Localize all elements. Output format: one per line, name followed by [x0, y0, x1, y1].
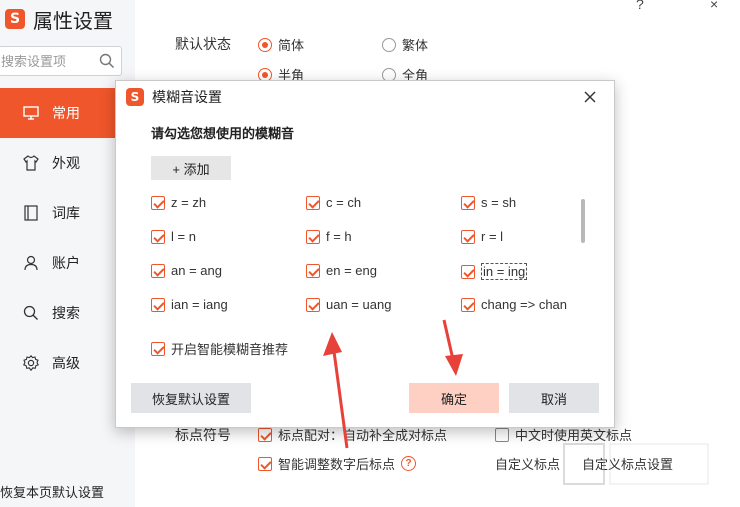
radio-dot — [258, 37, 272, 52]
radio-label: 繁体 — [402, 38, 429, 53]
custom-punct-label: 自定义标点 — [495, 457, 561, 472]
radio-label: 简体 — [278, 38, 305, 53]
checkbox-box — [461, 195, 475, 210]
sidebar-item-label: 账户 — [52, 255, 80, 271]
radio-dot — [382, 37, 396, 52]
user-icon — [22, 254, 40, 272]
book-icon — [22, 204, 40, 222]
ok-button[interactable]: 确定 — [409, 383, 499, 413]
smart-fuzzy-checkbox[interactable]: 开启智能模糊音推荐 — [151, 339, 288, 358]
cancel-button[interactable]: 取消 — [509, 383, 599, 413]
app-title: 属性设置 — [33, 10, 113, 33]
help-icon[interactable]: ? — [401, 456, 417, 471]
sidebar-item-label: 常用 — [52, 105, 80, 121]
gear-icon — [22, 354, 40, 372]
help-button[interactable]: ? — [636, 0, 644, 12]
settings-search — [0, 46, 122, 76]
smart-number-checkbox[interactable]: 智能调整数字后标点 ? — [258, 454, 417, 473]
add-fuzzy-button[interactable]: + 添加 — [151, 156, 231, 180]
checkbox-box — [151, 297, 165, 312]
annotation-arrow-icon — [442, 319, 463, 376]
fuzzy-pinyin-dialog: S 模糊音设置 请勾选您想使用的模糊音 + 添加 z = zh c = ch s… — [115, 80, 615, 428]
checkbox-box — [306, 229, 320, 244]
reset-default-button[interactable]: 恢复默认设置 — [131, 383, 251, 413]
fuzzy-checkbox[interactable]: f = h — [306, 229, 352, 244]
fuzzy-label: an = ang — [171, 263, 222, 278]
checkbox-box — [151, 229, 165, 244]
punct-label: 标点符号 — [175, 427, 231, 443]
scrollbar[interactable] — [581, 199, 585, 243]
restore-page-defaults-button[interactable]: 恢复本页默认设置 — [0, 482, 104, 501]
app-header: S 属性设置 — [0, 4, 113, 34]
close-icon[interactable] — [580, 87, 600, 107]
close-button[interactable]: × — [710, 0, 718, 12]
sidebar-item-label: 词库 — [52, 205, 80, 221]
search-icon — [22, 304, 40, 322]
checkbox-box — [306, 263, 320, 278]
fuzzy-label: r = l — [481, 229, 504, 244]
fuzzy-label: l = n — [171, 229, 196, 244]
checkbox-box — [461, 229, 475, 244]
default-state-label: 默认状态 — [175, 36, 231, 52]
fuzzy-label: ian = iang — [171, 297, 228, 312]
fuzzy-label: uan = uang — [326, 297, 392, 312]
radio-simplified[interactable]: 简体 — [258, 35, 304, 54]
sogou-logo-icon: S — [126, 88, 144, 106]
fuzzy-label: in = ing — [481, 263, 528, 280]
checkbox-box — [461, 297, 475, 312]
fuzzy-label: f = h — [326, 229, 352, 244]
dialog-title: 模糊音设置 — [152, 89, 222, 105]
fuzzy-checkbox[interactable]: l = n — [151, 229, 196, 244]
settings-search-input[interactable] — [0, 47, 95, 75]
fuzzy-checkbox[interactable]: uan = uang — [306, 297, 391, 312]
checkbox-box — [258, 427, 272, 442]
dialog-heading: 请勾选您想使用的模糊音 — [151, 126, 295, 141]
checkbox-label: 智能调整数字后标点 — [278, 457, 396, 472]
smart-fuzzy-label: 开启智能模糊音推荐 — [171, 342, 289, 357]
fuzzy-checkbox[interactable]: z = zh — [151, 195, 206, 210]
checkbox-box — [306, 195, 320, 210]
fuzzy-label: c = ch — [326, 195, 362, 210]
checkbox-box — [151, 195, 165, 210]
fuzzy-checkbox[interactable]: in = ing — [461, 263, 528, 280]
fuzzy-checkbox[interactable]: chang => chan — [461, 297, 567, 312]
fuzzy-checkbox[interactable]: an = ang — [151, 263, 222, 278]
sogou-logo-icon: S — [5, 9, 25, 29]
checkbox-box — [495, 427, 509, 442]
annotation-arrow-icon — [323, 332, 349, 449]
fuzzy-label: s = sh — [481, 195, 517, 210]
search-icon[interactable] — [99, 53, 115, 69]
checkbox-box — [151, 341, 165, 356]
checkbox-box — [306, 297, 320, 312]
fuzzy-checkbox[interactable]: ian = iang — [151, 297, 228, 312]
sidebar-item-label: 外观 — [52, 155, 80, 171]
sidebar-item-label: 高级 — [52, 355, 80, 371]
checkbox-box — [461, 264, 475, 279]
fuzzy-label: z = zh — [171, 195, 207, 210]
watermark-logo-icon — [563, 443, 709, 485]
shirt-icon — [22, 154, 40, 172]
fuzzy-checkbox[interactable]: en = eng — [306, 263, 377, 278]
dialog-titlebar: S 模糊音设置 — [116, 81, 614, 113]
fuzzy-checkbox[interactable]: s = sh — [461, 195, 516, 210]
fuzzy-label: en = eng — [326, 263, 377, 278]
checkbox-box — [258, 456, 272, 471]
checkbox-box — [151, 263, 165, 278]
sidebar-item-label: 搜索 — [52, 305, 80, 321]
fuzzy-checkbox[interactable]: r = l — [461, 229, 503, 244]
fuzzy-checkbox[interactable]: c = ch — [306, 195, 361, 210]
monitor-icon — [22, 104, 40, 122]
fuzzy-label: chang => chan — [481, 297, 568, 312]
radio-traditional[interactable]: 繁体 — [382, 35, 428, 54]
